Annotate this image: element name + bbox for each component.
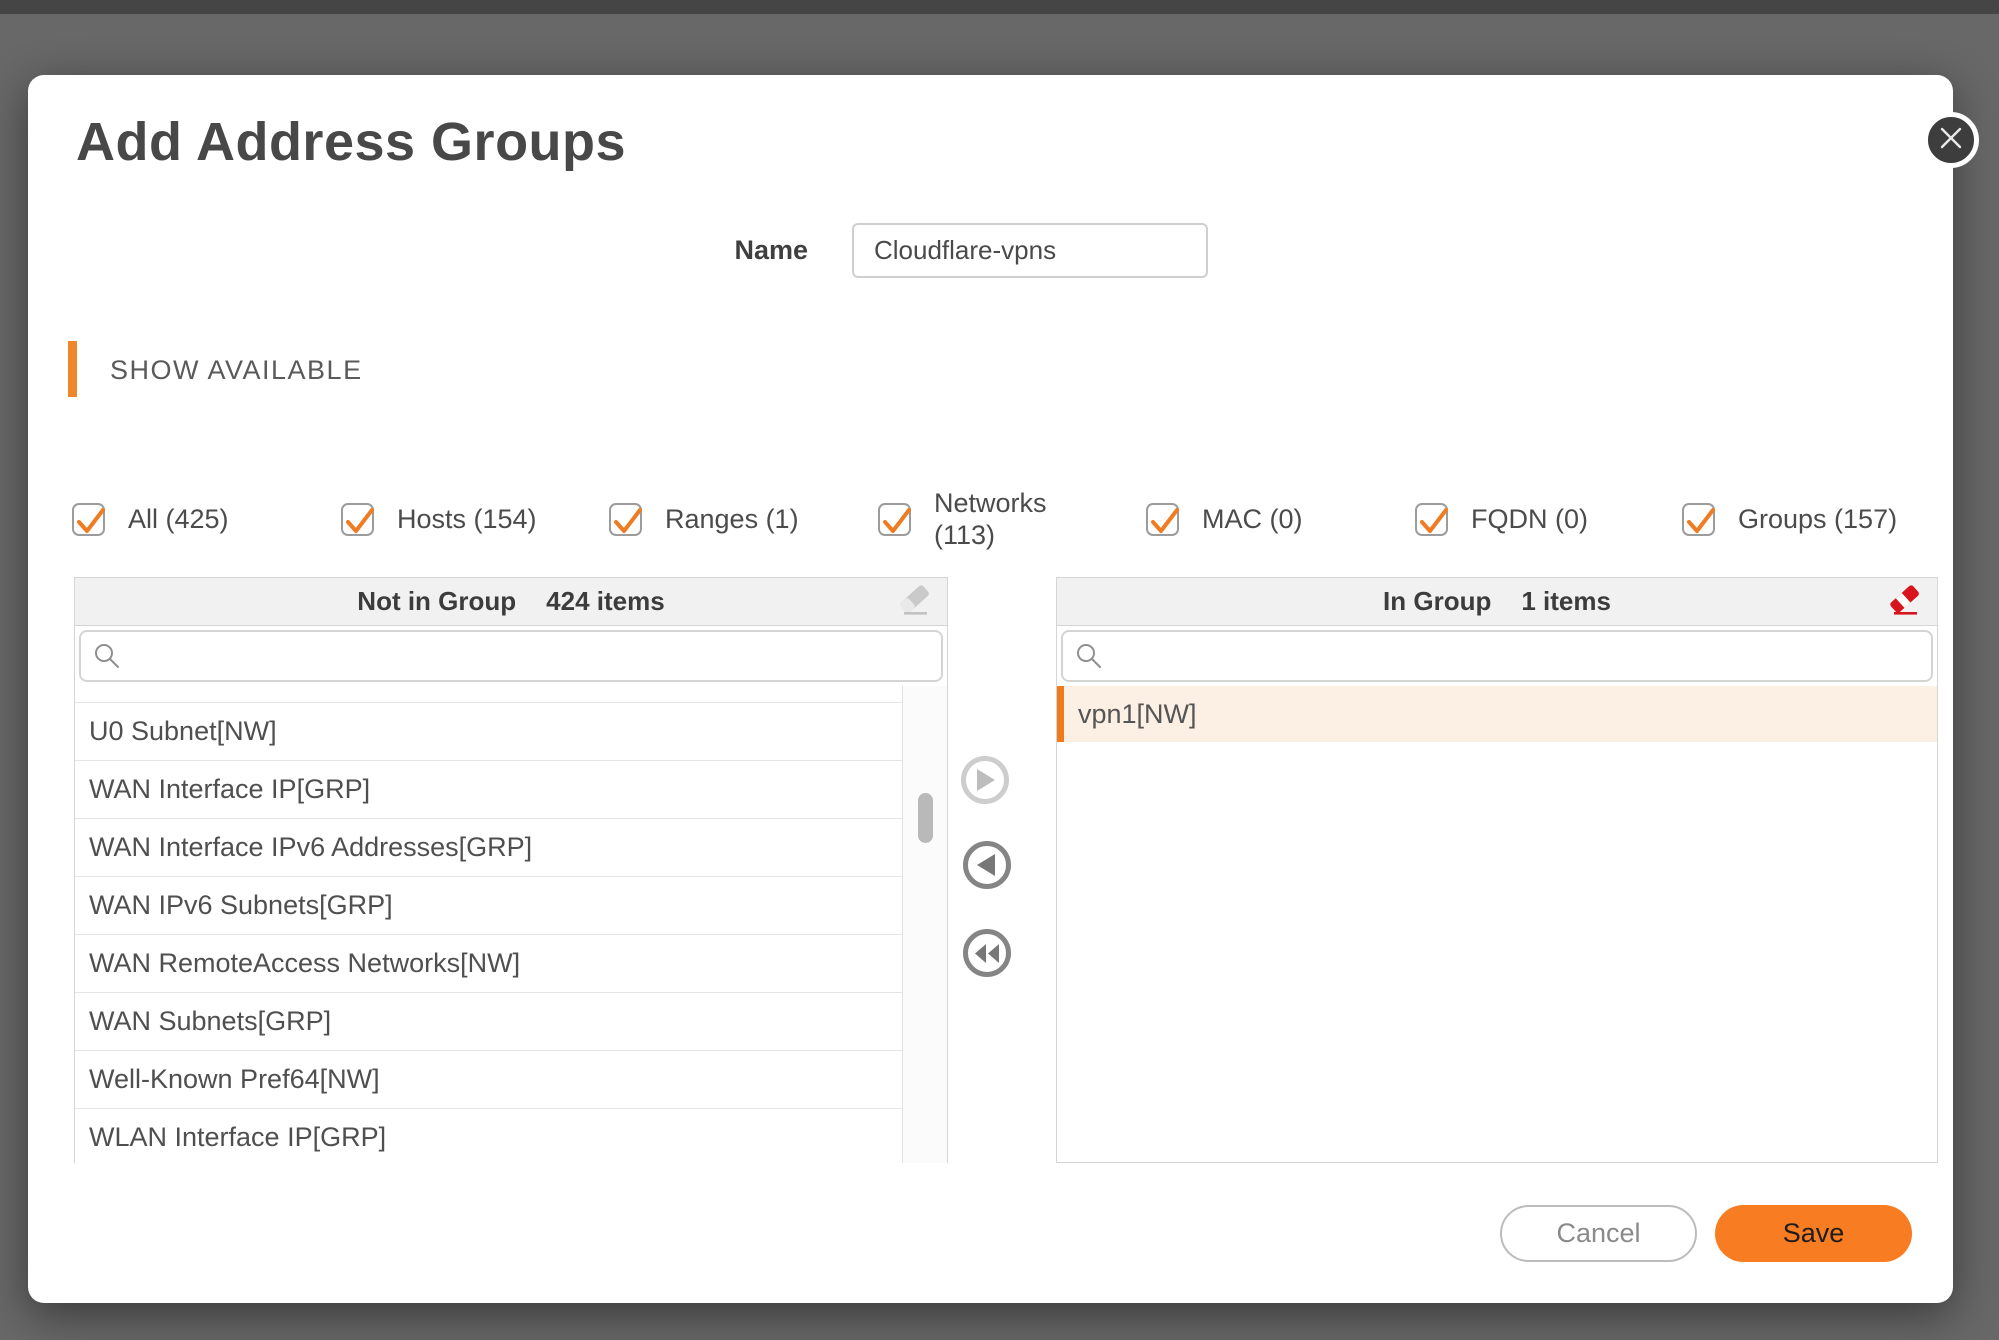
in-group-list: vpn1[NW] (1057, 686, 1937, 1163)
checkbox-mac[interactable] (1146, 503, 1179, 536)
move-right-button[interactable] (961, 756, 1009, 804)
move-all-left-button[interactable] (963, 929, 1011, 977)
section-label: SHOW AVAILABLE (110, 355, 363, 386)
eraser-icon-red (1886, 585, 1924, 619)
checkbox-networks[interactable] (878, 503, 911, 536)
checkbox-ranges[interactable] (609, 503, 642, 536)
panel-count: 1 items (1521, 586, 1611, 617)
search-icon (93, 642, 121, 670)
name-label: Name (728, 235, 808, 266)
list-item[interactable]: WAN Subnets[GRP] (75, 993, 902, 1051)
search-row (75, 626, 947, 686)
list-item[interactable]: WLAN Interface IP[GRP] (75, 1109, 902, 1163)
scrollbar-track (902, 686, 947, 1163)
panel-title: Not in Group (357, 586, 516, 617)
check-icon (1147, 501, 1182, 541)
search-box (79, 630, 943, 682)
eraser-icon-grey (896, 585, 934, 619)
filter-label-networks: Networks (113) (934, 487, 1047, 552)
filter-label-mac: MAC (0) (1202, 503, 1303, 535)
panel-count: 424 items (546, 586, 665, 617)
filter-item-hosts[interactable]: Hosts (154) (341, 473, 537, 565)
checkbox-fqdn[interactable] (1415, 503, 1448, 536)
arrow-right-icon (974, 768, 996, 792)
checkbox-all[interactable] (72, 503, 105, 536)
move-left-button[interactable] (963, 841, 1011, 889)
filter-label-groups: Groups (157) (1738, 503, 1897, 535)
check-icon (610, 501, 645, 541)
filter-label-networks-line1: Networks (934, 488, 1047, 518)
panel-not-in-group-header: Not in Group 424 items (75, 578, 947, 626)
check-icon (73, 501, 108, 541)
filter-item-networks[interactable]: Networks (113) (878, 473, 1047, 565)
filter-item-fqdn[interactable]: FQDN (0) (1415, 473, 1588, 565)
check-icon (1416, 501, 1451, 541)
filter-label-fqdn: FQDN (0) (1471, 503, 1588, 535)
filter-item-all[interactable]: All (425) (72, 473, 229, 565)
section-accent-bar (68, 341, 77, 397)
not-in-group-list: U0 Subnet[NW] WAN Interface IP[GRP] WAN … (75, 686, 947, 1163)
dialog-title: Add Address Groups (76, 111, 626, 173)
list-item[interactable]: U0 Subnet[NW] (75, 703, 902, 761)
filter-item-mac[interactable]: MAC (0) (1146, 473, 1303, 565)
clear-group-button[interactable] (1885, 583, 1925, 621)
panel-title: In Group (1383, 586, 1491, 617)
in-group-search-input[interactable] (1113, 632, 1919, 680)
filter-label-all: All (425) (128, 503, 229, 535)
filter-label-hosts: Hosts (154) (397, 503, 537, 535)
name-input[interactable] (852, 223, 1208, 278)
search-icon (1075, 642, 1103, 670)
clear-selection-button[interactable] (895, 583, 935, 621)
filter-label-networks-line2: (113) (934, 520, 995, 550)
close-icon (1938, 125, 1964, 156)
double-arrow-left-icon (974, 944, 1001, 963)
filter-item-ranges[interactable]: Ranges (1) (609, 473, 799, 565)
scrollbar-thumb[interactable] (918, 793, 933, 843)
arrow-left-icon (976, 853, 998, 877)
list-item[interactable]: WAN Interface IPv6 Addresses[GRP] (75, 819, 902, 877)
selected-list-item[interactable]: vpn1[NW] (1057, 686, 1937, 742)
list-partial-row (75, 686, 902, 703)
panel-in-group-header: In Group 1 items (1057, 578, 1937, 626)
checkbox-hosts[interactable] (341, 503, 374, 536)
filter-row: All (425) Hosts (154) Ranges (1) (28, 473, 1953, 565)
panel-not-in-group: Not in Group 424 items (74, 577, 948, 1163)
check-icon (1683, 501, 1718, 541)
cancel-button[interactable]: Cancel (1500, 1205, 1697, 1262)
save-button[interactable]: Save (1715, 1205, 1912, 1262)
add-address-groups-dialog: Add Address Groups Name SHOW AVAILABLE A… (28, 75, 1953, 1303)
not-in-group-search-input[interactable] (131, 632, 929, 680)
search-box (1061, 630, 1933, 682)
list-item[interactable]: Well-Known Pref64[NW] (75, 1051, 902, 1109)
check-icon (879, 501, 914, 541)
background-top-strip (0, 0, 1999, 14)
list-item[interactable]: WAN Interface IP[GRP] (75, 761, 902, 819)
filter-item-groups[interactable]: Groups (157) (1682, 473, 1897, 565)
list-item[interactable]: WAN IPv6 Subnets[GRP] (75, 877, 902, 935)
checkbox-groups[interactable] (1682, 503, 1715, 536)
search-row (1057, 626, 1937, 686)
list-item[interactable]: WAN RemoteAccess Networks[NW] (75, 935, 902, 993)
close-button[interactable] (1923, 112, 1979, 168)
check-icon (342, 501, 377, 541)
filter-label-ranges: Ranges (1) (665, 503, 799, 535)
panel-in-group: In Group 1 items (1056, 577, 1938, 1163)
